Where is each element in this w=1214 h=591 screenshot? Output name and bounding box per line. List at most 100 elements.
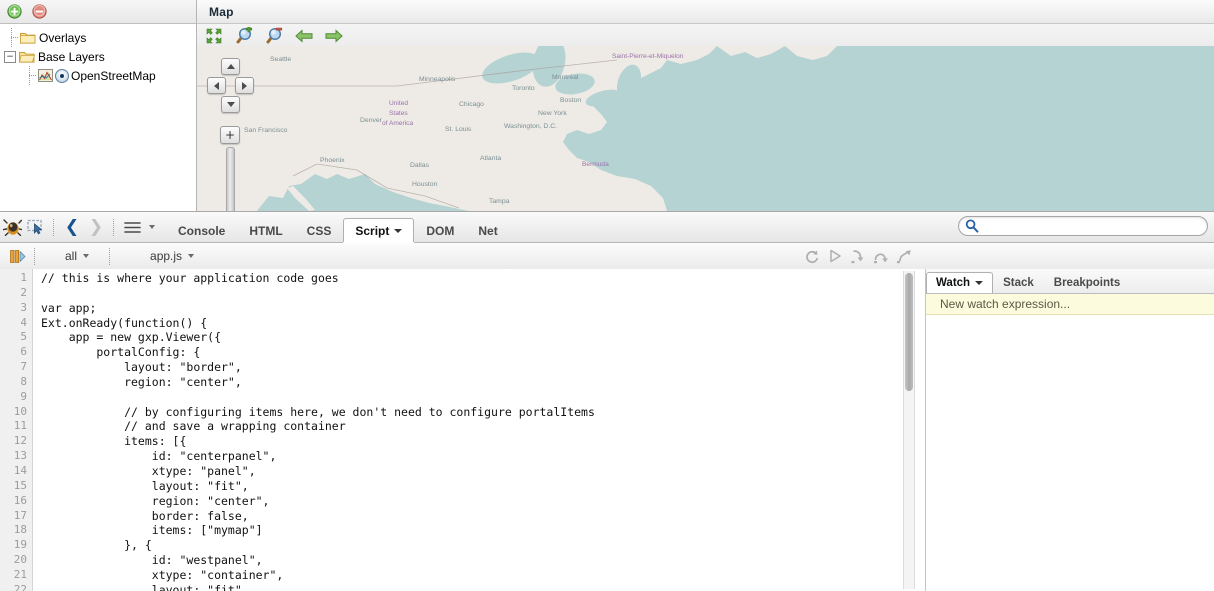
line-number[interactable]: 6 (0, 345, 32, 360)
line-number[interactable]: 1 (0, 271, 32, 286)
zoom-in-icon[interactable] (233, 25, 255, 46)
code-line[interactable]: }, { (41, 538, 925, 553)
line-number[interactable]: 14 (0, 464, 32, 479)
map-label: Boston (560, 97, 581, 104)
firebug-menu-icon[interactable] (120, 215, 144, 239)
code-line[interactable]: var app; (41, 301, 925, 316)
code-line[interactable]: // by configuring items here, we don't n… (41, 405, 925, 420)
step-into-icon[interactable] (847, 246, 868, 266)
line-number[interactable]: 10 (0, 405, 32, 420)
source-scrollbar-thumb[interactable] (905, 273, 913, 391)
nav-back-glyph: ❮ (64, 216, 80, 237)
line-number[interactable]: 21 (0, 568, 32, 583)
code-line[interactable]: id: "westpanel", (41, 553, 925, 568)
line-number[interactable]: 20 (0, 553, 32, 568)
tree-node-openstreetmap[interactable]: OpenStreetMap (0, 66, 196, 85)
line-number[interactable]: 16 (0, 494, 32, 509)
line-number[interactable]: 15 (0, 479, 32, 494)
line-number[interactable]: 12 (0, 434, 32, 449)
line-number[interactable]: 3 (0, 301, 32, 316)
code-line[interactable]: // and save a wrapping container (41, 419, 925, 434)
source-code-viewer[interactable]: 1 2 3 4 5 6 7 8 9 10 11 12 13 14 15 16 17 18 19 20 21 22 // t… (0, 269, 926, 591)
code-line[interactable]: // this is where your application code g… (41, 271, 925, 286)
tab-console[interactable]: Console (166, 218, 237, 242)
zoom-out-icon[interactable] (263, 25, 285, 46)
firebug-menu-caret[interactable] (144, 215, 160, 239)
line-number[interactable]: 2 (0, 286, 32, 301)
layer-radio-openstreetmap[interactable] (55, 68, 69, 83)
code-line[interactable]: xtype: "panel", (41, 464, 925, 479)
line-number[interactable]: 8 (0, 375, 32, 390)
new-watch-expression-row[interactable]: New watch expression... (926, 294, 1214, 315)
continue-icon[interactable] (824, 246, 845, 266)
line-number[interactable]: 7 (0, 360, 32, 375)
navigate-back-icon[interactable] (293, 25, 315, 46)
tree-indent (22, 66, 38, 85)
code-line[interactable]: Ext.onReady(function() { (41, 316, 925, 331)
nav-back-button[interactable]: ❮ (60, 215, 84, 239)
script-filter-dropdown[interactable]: all (57, 246, 97, 266)
tree-node-base-layers[interactable]: − Base Layers (0, 47, 196, 66)
source-code-text[interactable]: // this is where your application code g… (33, 269, 925, 591)
tab-net[interactable]: Net (466, 218, 509, 242)
map-label: United (389, 100, 408, 107)
line-number[interactable]: 5 (0, 330, 32, 345)
tab-html[interactable]: HTML (237, 218, 294, 242)
line-number[interactable]: 11 (0, 419, 32, 434)
pan-right-button[interactable] (235, 77, 254, 94)
code-line[interactable]: items: [{ (41, 434, 925, 449)
line-number[interactable]: 4 (0, 316, 32, 331)
navigate-forward-icon[interactable] (323, 25, 345, 46)
tab-label: DOM (426, 223, 455, 238)
inspect-element-icon[interactable] (24, 215, 48, 239)
pan-up-button[interactable] (221, 58, 240, 75)
line-number[interactable]: 19 (0, 538, 32, 553)
code-line[interactable]: border: false, (41, 509, 925, 524)
debugger-controls (801, 246, 914, 266)
code-line[interactable]: id: "centerpanel", (41, 449, 925, 464)
line-number[interactable]: 18 (0, 523, 32, 538)
tab-css[interactable]: CSS (295, 218, 344, 242)
search-input[interactable] (958, 216, 1208, 236)
code-line[interactable] (41, 286, 925, 301)
remove-layer-button[interactable] (29, 2, 49, 22)
pause-on-exception-icon[interactable] (5, 244, 29, 268)
code-line[interactable]: region: "center", (41, 375, 925, 390)
step-out-icon[interactable] (893, 246, 914, 266)
code-line[interactable]: portalConfig: { (41, 345, 925, 360)
side-tab-breakpoints[interactable]: Breakpoints (1044, 272, 1130, 293)
zoom-slider[interactable] (226, 147, 235, 211)
line-number[interactable]: 13 (0, 449, 32, 464)
code-line[interactable]: layout: "fit", (41, 479, 925, 494)
tree-expander-base-layers[interactable]: − (4, 50, 16, 63)
tab-label: Net (478, 223, 498, 238)
code-line[interactable]: items: ["mymap"] (41, 523, 925, 538)
line-number-gutter[interactable]: 1 2 3 4 5 6 7 8 9 10 11 12 13 14 15 16 17 18 19 20 21 22 (0, 269, 33, 591)
side-tab-label: Breakpoints (1053, 277, 1121, 289)
code-line[interactable]: region: "center", (41, 494, 925, 509)
toolbar-separator (53, 218, 55, 236)
nav-forward-button[interactable]: ❯ (84, 215, 108, 239)
code-line[interactable]: layout: "border", (41, 360, 925, 375)
script-file-dropdown[interactable]: app.js (142, 246, 202, 266)
tab-script[interactable]: Script (343, 218, 415, 242)
source-scrollbar-track[interactable] (903, 271, 915, 589)
code-line[interactable] (41, 390, 925, 405)
map-canvas[interactable]: Seattle Minneapolis Montréal Toronto Saint-P… (197, 46, 1214, 211)
side-tab-stack[interactable]: Stack (993, 272, 1044, 293)
code-line[interactable]: app = new gxp.Viewer({ (41, 330, 925, 345)
side-tab-watch[interactable]: Watch (926, 272, 994, 293)
line-number[interactable]: 9 (0, 390, 32, 405)
line-number[interactable]: 17 (0, 509, 32, 524)
code-line[interactable]: xtype: "container", (41, 568, 925, 583)
tree-node-overlays[interactable]: Overlays (0, 28, 196, 47)
zoom-in-button[interactable]: + (220, 126, 240, 144)
pan-down-button[interactable] (221, 96, 240, 113)
zoom-to-max-extent-icon[interactable] (203, 25, 225, 46)
pan-left-button[interactable] (207, 77, 226, 94)
firebug-icon[interactable] (0, 215, 24, 239)
add-layer-button[interactable] (4, 2, 24, 22)
rerun-icon[interactable] (801, 246, 822, 266)
step-over-icon[interactable] (870, 246, 891, 266)
tab-dom[interactable]: DOM (414, 218, 466, 242)
